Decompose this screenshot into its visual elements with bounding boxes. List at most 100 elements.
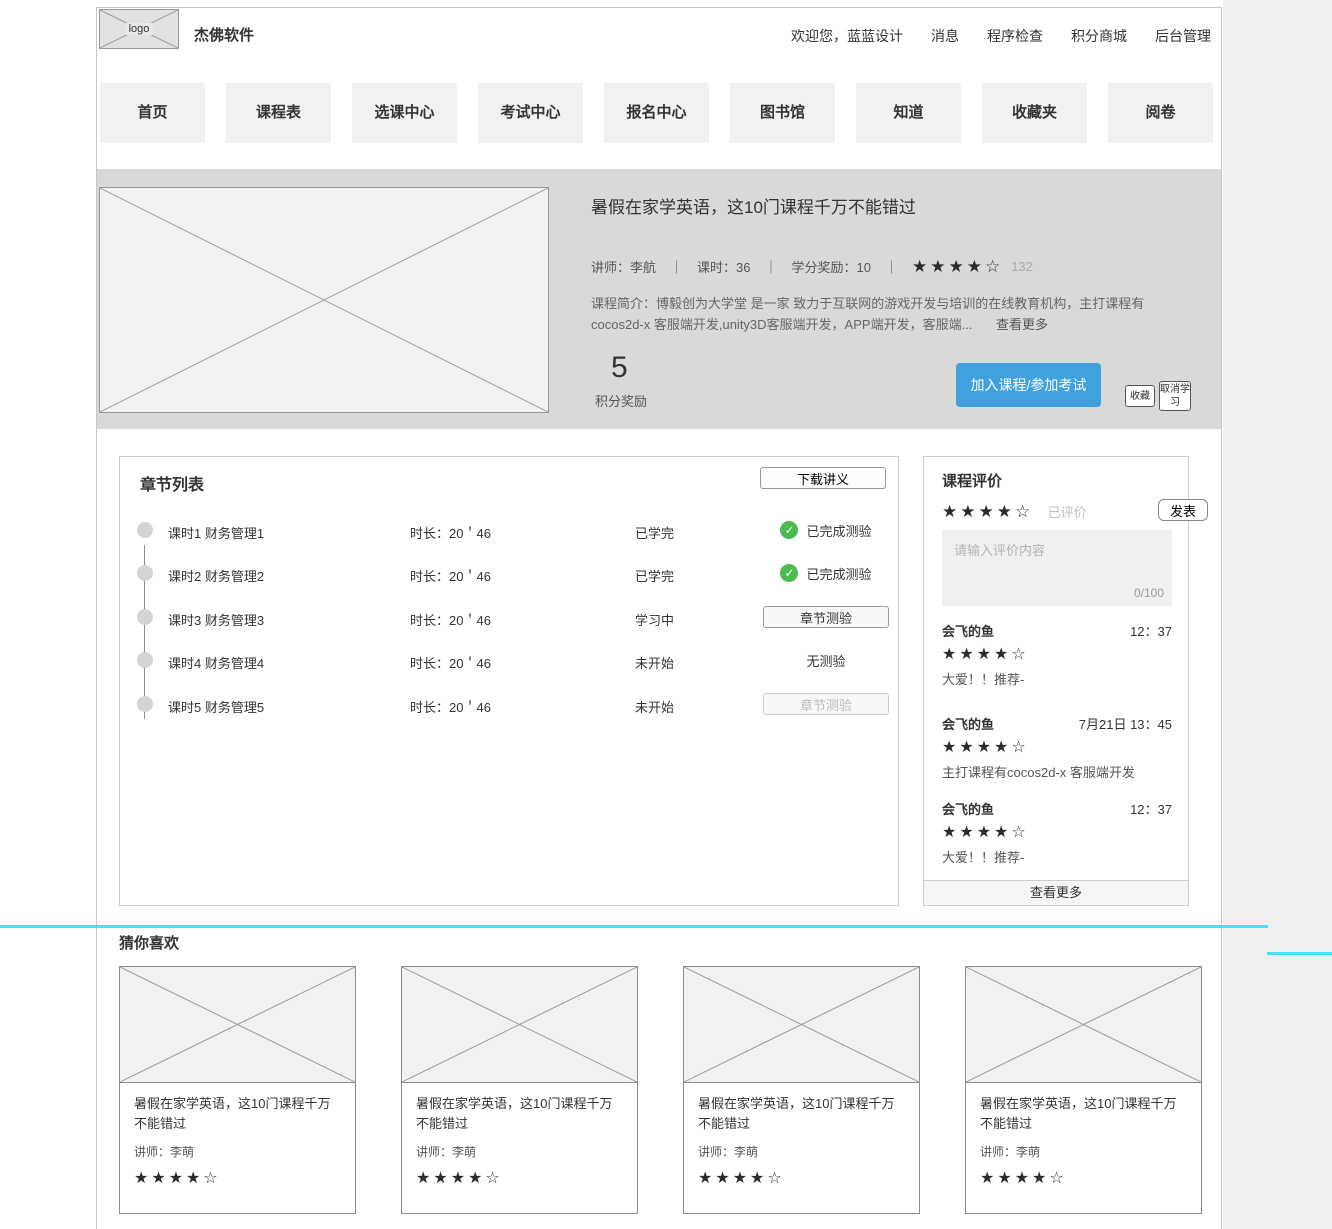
menu-admin[interactable]: 后台管理 [1155,26,1211,46]
view-more-link[interactable]: 查看更多 [996,317,1048,332]
collect-button[interactable]: 收藏 [1125,385,1155,407]
card-title: 暑假在家学英语，这10门课程千万不能错过 [134,1094,341,1134]
card-teacher: 讲师：李萌 [416,1143,623,1160]
course-hero: 暑假在家学英语，这10门课程千万不能错过 讲师：李航 ｜ 课时：36 ｜ 学分奖… [97,169,1221,429]
nav-grading[interactable]: 阅卷 [1108,83,1213,143]
menu-program-check[interactable]: 程序检查 [987,26,1043,46]
char-counter: 0/100 [1134,586,1164,600]
card-stars-icon: ★★★★☆ [134,1171,341,1187]
chapter-name: 课时3 财务管理3 [168,610,264,629]
meta-hours: 课时：36 [697,257,750,276]
cancel-learning-button[interactable]: 取消学习 [1159,381,1191,411]
card-stars-icon: ★★★★☆ [416,1171,623,1187]
chapter-row[interactable]: 课时2 财务管理2 时长：20＇46 已学完 ✓ 已完成测验 [120,558,898,588]
review-stars-icon: ★★★★☆ [942,825,1172,841]
menu-welcome-user[interactable]: 欢迎您，蓝蓝设计 [791,26,903,46]
card-image-placeholder [966,967,1201,1083]
chapter-status: 未开始 [635,697,674,716]
chapter-status: 已学完 [635,566,674,585]
chapter-status: 未开始 [635,653,674,672]
review-item: 会飞的鱼 12：37 ★★★★☆ 大爱！！推荐- [942,621,1172,688]
join-course-button[interactable]: 加入课程/参加考试 [956,363,1101,407]
nav-know[interactable]: 知道 [856,83,961,143]
review-text: 大爱！！推荐- [942,669,1172,688]
download-handout-button[interactable]: 下载讲义 [760,467,886,489]
card-image-placeholder [684,967,919,1083]
chapter-row[interactable]: 课时4 财务管理4 时长：20＇46 未开始 无测验 [120,645,898,675]
brand-name: 杰佛软件 [194,24,254,45]
nav-favorites[interactable]: 收藏夹 [982,83,1087,143]
chapter-name: 课时5 财务管理5 [168,697,264,716]
nav-registration[interactable]: 报名中心 [604,83,709,143]
nav-course-schedule[interactable]: 课程表 [226,83,331,143]
chapter-row[interactable]: 课时5 财务管理5 时长：20＇46 未开始 章节测验 [120,689,898,719]
guide-line [1267,952,1332,955]
chapter-list-panel: 章节列表 下载讲义 课时1 财务管理1 时长：20＇46 已学完 ✓ 已完成测验… [119,456,899,906]
points-value: 5 [595,351,647,385]
reviews-title: 课程评价 [942,470,1002,491]
chapter-quiz-button-disabled: 章节测验 [763,693,889,715]
chapter-list-title: 章节列表 [140,471,204,495]
timeline-dot-icon [137,609,153,625]
course-reviews-panel: 课程评价 ★★★★☆ 已评价 发表 0/100 会飞的鱼 12：37 ★★★★☆… [923,456,1189,906]
placeholder-x-icon [120,967,355,1082]
recommend-card[interactable]: 暑假在家学英语，这10门课程千万不能错过 讲师：李萌 ★★★★☆ [401,966,638,1214]
timeline-dot-icon [137,565,153,581]
my-rating-stars[interactable]: ★★★★☆ [942,502,1033,521]
chapter-duration: 时长：20＇46 [410,523,491,542]
chapter-quiz-button[interactable]: 章节测验 [763,606,889,628]
rated-label: 已评价 [1048,505,1087,520]
chapter-status: 已学完 [635,523,674,542]
chapter-name: 课时1 财务管理1 [168,523,264,542]
no-quiz-label: 无测验 [806,651,845,670]
menu-messages[interactable]: 消息 [931,26,959,46]
nav-home[interactable]: 首页 [100,83,205,143]
chapter-name: 课时2 财务管理2 [168,566,264,585]
header: logo 杰佛软件 欢迎您，蓝蓝设计 消息 程序检查 积分商城 后台管理 [97,8,1221,66]
view-more-reviews-button[interactable]: 查看更多 [924,880,1188,905]
review-time: 12：37 [1130,799,1172,818]
course-title: 暑假在家学英语，这10门课程千万不能错过 [591,193,916,218]
placeholder-x-icon [684,967,919,1082]
review-item: 会飞的鱼 12：37 ★★★★☆ 大爱！！推荐- [942,799,1172,866]
logo-label: logo [126,23,153,35]
card-teacher: 讲师：李萌 [698,1143,905,1160]
card-stars-icon: ★★★★☆ [698,1171,905,1187]
rating-stars-icon: ★★★★☆ [912,258,1003,275]
review-stars-icon: ★★★★☆ [942,740,1172,756]
chapter-duration: 时长：20＇46 [410,653,491,672]
review-text: 大爱！！推荐- [942,847,1172,866]
chapter-quiz-cell: 章节测验 [760,689,892,719]
menu-points-mall[interactable]: 积分商城 [1071,26,1127,46]
main-nav: 首页 课程表 选课中心 考试中心 报名中心 图书馆 知道 收藏夹 阅卷 [100,83,1213,143]
chapter-status: 学习中 [635,610,674,629]
nav-library[interactable]: 图书馆 [730,83,835,143]
nav-course-selection[interactable]: 选课中心 [352,83,457,143]
course-meta: 讲师：李航 ｜ 课时：36 ｜ 学分奖励：10 ｜ ★★★★☆ 132 [591,257,1033,276]
review-time: 12：37 [1130,621,1172,640]
card-title: 暑假在家学英语，这10门课程千万不能错过 [980,1094,1187,1134]
nav-exam-center[interactable]: 考试中心 [478,83,583,143]
my-rating-row: ★★★★☆ 已评价 发表 [942,502,1172,522]
guide-line [0,925,1268,928]
canvas-gutter [1223,0,1332,1229]
recommend-card[interactable]: 暑假在家学英语，这10门课程千万不能错过 讲师：李萌 ★★★★☆ [119,966,356,1214]
timeline-dot-icon [137,522,153,538]
chapter-quiz-cell: ✓ 已完成测验 [760,515,892,545]
chapter-row[interactable]: 课时1 财务管理1 时长：20＇46 已学完 ✓ 已完成测验 [120,515,898,545]
recommend-card[interactable]: 暑假在家学英语，这10门课程千万不能错过 讲师：李萌 ★★★★☆ [965,966,1202,1214]
publish-review-button[interactable]: 发表 [1158,499,1208,521]
course-intro-text: 课程简介：博毅创为大学堂 是一家 致力于互联网的游戏开发与培训的在线教育机构，主… [591,296,1144,332]
card-body: 暑假在家学英语，这10门课程千万不能错过 讲师：李萌 ★★★★☆ [966,1083,1201,1198]
placeholder-x-icon [100,188,548,412]
placeholder-x-icon [966,967,1201,1082]
logo-placeholder: logo [99,9,179,49]
quiz-done-label: 已完成测验 [806,564,871,583]
header-menu: 欢迎您，蓝蓝设计 消息 程序检查 积分商城 后台管理 [791,26,1211,46]
chapter-duration: 时长：20＇46 [410,566,491,585]
meta-credits: 学分奖励：10 [792,257,871,276]
chapter-row[interactable]: 课时3 财务管理3 时长：20＇46 学习中 章节测验 [120,602,898,632]
recommend-card[interactable]: 暑假在家学英语，这10门课程千万不能错过 讲师：李萌 ★★★★☆ [683,966,920,1214]
recommend-title: 猜你喜欢 [119,932,179,953]
chapter-quiz-cell: ✓ 已完成测验 [760,558,892,588]
